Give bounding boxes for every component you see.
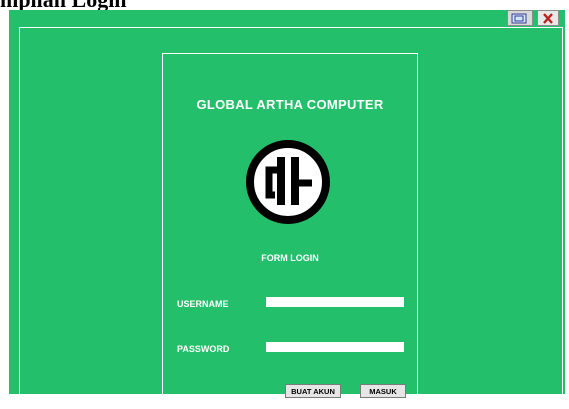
- restore-window-icon[interactable]: [507, 10, 533, 26]
- company-logo: [245, 139, 331, 225]
- username-label: USERNAME: [177, 299, 229, 309]
- username-input[interactable]: [266, 297, 404, 307]
- close-icon[interactable]: [537, 10, 559, 26]
- password-input[interactable]: [266, 342, 404, 352]
- window-frame: GLOBAL ARTHA COMPUTER FORM LOGIN USERNAM…: [19, 27, 563, 409]
- password-label: PASSWORD: [177, 344, 230, 354]
- login-button[interactable]: MASUK: [360, 384, 406, 398]
- form-title: FORM LOGIN: [261, 253, 319, 263]
- window-controls: [507, 10, 559, 28]
- login-window: GLOBAL ARTHA COMPUTER FORM LOGIN USERNAM…: [9, 10, 565, 409]
- create-account-button[interactable]: BUAT AKUN: [285, 384, 341, 398]
- company-name: GLOBAL ARTHA COMPUTER: [196, 97, 384, 112]
- login-panel: GLOBAL ARTHA COMPUTER FORM LOGIN USERNAM…: [162, 53, 418, 409]
